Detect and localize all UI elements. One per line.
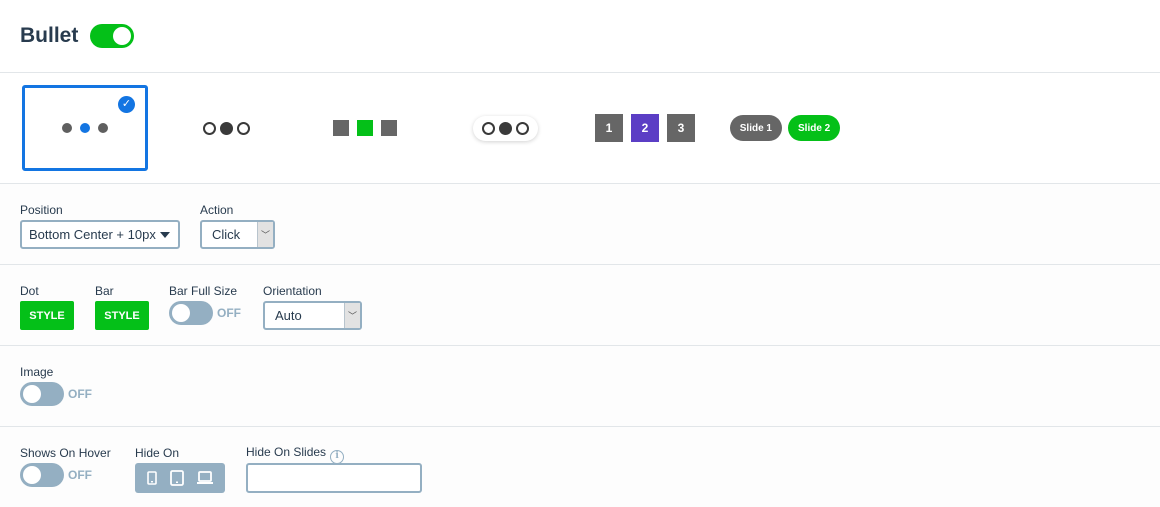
shows-on-hover-state: OFF [68, 468, 92, 482]
hide-on-slides-input[interactable] [246, 463, 422, 493]
shows-on-hover-label: Shows On Hover [20, 446, 111, 460]
orientation-field: Orientation Auto ﹀ [263, 284, 362, 330]
position-value: Bottom Center + 10px [29, 227, 156, 242]
bar-full-size-toggle[interactable] [169, 301, 213, 325]
image-field: Image OFF [20, 365, 92, 406]
bullet-style-rings-pill[interactable] [460, 85, 550, 171]
mobile-icon[interactable] [147, 471, 158, 485]
bar-full-size-state: OFF [217, 306, 241, 320]
image-toggle[interactable] [20, 382, 64, 406]
bullet-ring [236, 121, 250, 135]
bullet-ring-active [219, 121, 233, 135]
dot-field: Dot STYLE [20, 284, 74, 330]
action-select[interactable]: Click ﹀ [200, 220, 275, 249]
bullet-style-picker: ✓ 1 2 3 Slide 1 Slide 2 [0, 73, 1160, 184]
bullet-slide-title-active: Slide 2 [788, 115, 841, 141]
desktop-icon[interactable] [196, 471, 213, 485]
hide-on-label: Hide On [135, 446, 180, 460]
position-section: Position Bottom Center + 10px Action Cli… [0, 184, 1160, 265]
section-title: Bullet [20, 24, 79, 47]
bullet-ring [515, 121, 529, 135]
hide-on-slides-label: Hide On Slides [246, 445, 327, 459]
chevron-down-icon: ﹀ [257, 222, 273, 247]
dot-style-button[interactable]: STYLE [20, 301, 74, 330]
action-field: Action Click ﹀ [200, 203, 275, 249]
bar-field: Bar STYLE [95, 284, 149, 330]
bullet-style-numbers[interactable]: 1 2 3 [585, 85, 705, 171]
shows-on-hover-field: Shows On Hover OFF [20, 446, 111, 487]
bullet-number: 1 [595, 114, 623, 142]
image-state: OFF [68, 387, 92, 401]
position-label: Position [20, 203, 63, 217]
bullet-style-titles[interactable]: Slide 1 Slide 2 [725, 85, 845, 171]
style-section: Dot STYLE Bar STYLE Bar Full Size OFF Or… [0, 265, 1160, 346]
bullet-style-dots[interactable]: ✓ [22, 85, 148, 171]
bullet-ring [202, 121, 216, 135]
bar-style-button[interactable]: STYLE [95, 301, 149, 330]
orientation-select[interactable]: Auto ﹀ [263, 301, 362, 330]
bullet-style-squares[interactable] [320, 85, 410, 171]
hide-on-device-group [135, 463, 225, 493]
bullet-style-rings[interactable] [186, 85, 266, 171]
dot-label: Dot [20, 284, 39, 298]
caret-down-icon [160, 231, 170, 238]
bullet-dot-active [80, 123, 90, 133]
toggle-knob [23, 466, 41, 484]
bullet-header: Bullet [0, 0, 1160, 73]
bullet-number-active: 2 [631, 114, 659, 142]
bullet-enable-toggle[interactable] [90, 24, 134, 48]
info-icon[interactable]: i [330, 450, 345, 464]
tablet-icon[interactable] [170, 470, 184, 486]
hide-on-slides-label-wrap: Hide On Slides i [246, 444, 422, 464]
orientation-label: Orientation [263, 284, 322, 298]
chevron-down-icon: ﹀ [344, 303, 360, 328]
bullet-dot [98, 123, 108, 133]
bullet-square [381, 120, 397, 136]
hide-on-slides-field: Hide On Slides i [246, 444, 422, 493]
image-section: Image OFF [0, 346, 1160, 427]
hide-on-field: Hide On [135, 446, 225, 493]
position-field: Position Bottom Center + 10px [20, 203, 180, 249]
action-label: Action [200, 203, 234, 217]
toggle-knob [23, 385, 41, 403]
bullet-square-active [357, 120, 373, 136]
image-label: Image [20, 365, 54, 379]
toggle-knob [172, 304, 190, 322]
bullet-ring [481, 121, 495, 135]
toggle-knob [113, 27, 131, 45]
check-icon: ✓ [118, 96, 135, 113]
bar-full-size-field: Bar Full Size OFF [169, 284, 241, 325]
bar-full-size-label: Bar Full Size [169, 284, 238, 298]
bar-label: Bar [95, 284, 114, 298]
orientation-value: Auto [275, 308, 302, 323]
bullet-square [333, 120, 349, 136]
bullet-number: 3 [667, 114, 695, 142]
bullet-slide-title: Slide 1 [729, 115, 782, 141]
bullet-dot [62, 123, 72, 133]
visibility-section: Shows On Hover OFF Hide On Hide On Slide… [0, 427, 1160, 507]
action-value: Click [212, 227, 241, 242]
bullet-ring-active [498, 121, 512, 135]
position-select[interactable]: Bottom Center + 10px [20, 220, 180, 249]
shows-on-hover-toggle[interactable] [20, 463, 64, 487]
